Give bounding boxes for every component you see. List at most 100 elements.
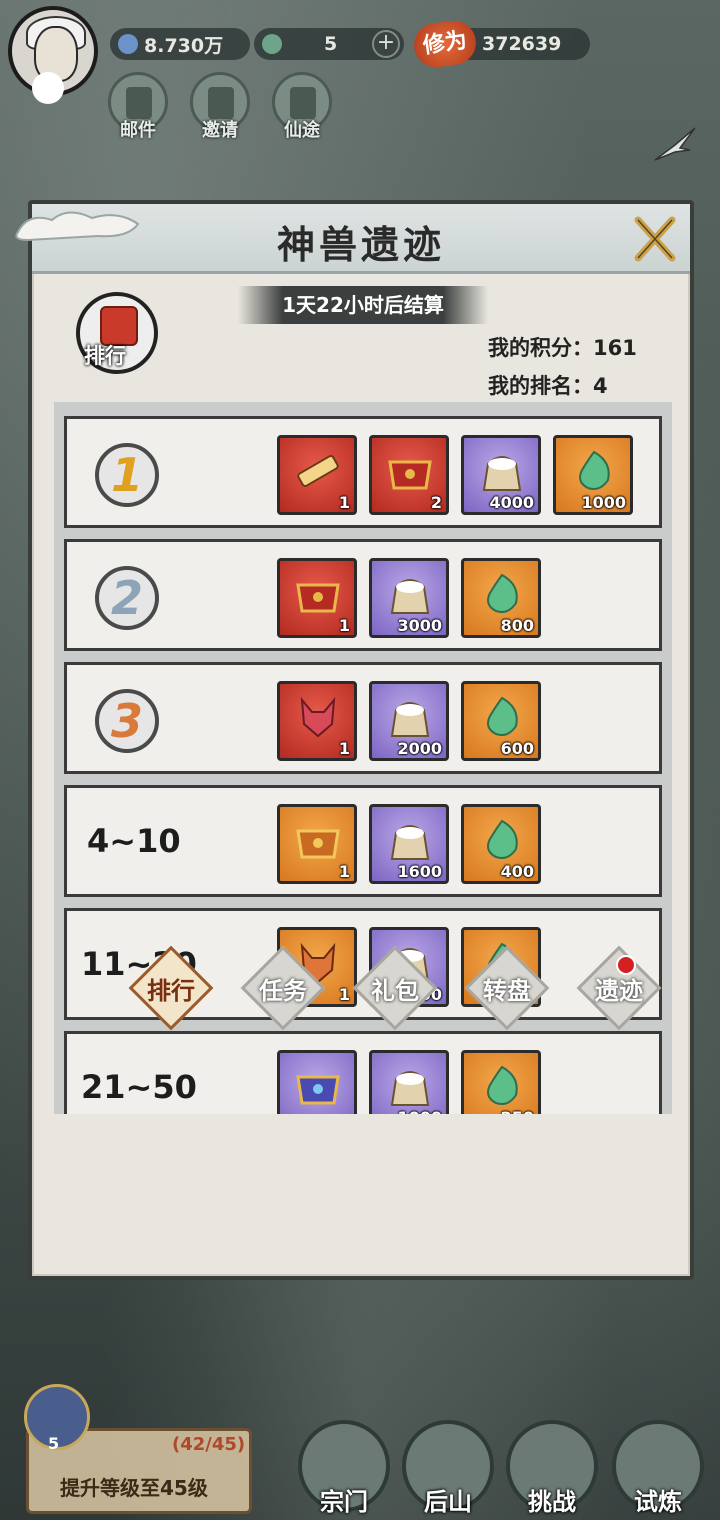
jade-icon: [487, 819, 518, 859]
item-count: 1000: [581, 493, 626, 512]
item-count: 400: [500, 862, 534, 881]
jade-icon: [487, 573, 518, 613]
item-count: 1: [338, 862, 350, 881]
my-rank: 我的排名：4: [488, 374, 608, 398]
relic-modal: 神兽遗迹 1天22小时后结算 排行 我的积分：161 我的排名：4 1 1 2: [28, 200, 694, 1280]
reward-item[interactable]: 1000: [553, 435, 633, 515]
jade-icon: [487, 1065, 518, 1105]
add-currency-button[interactable]: +: [372, 30, 400, 58]
tab-label: 任务: [259, 977, 307, 1005]
tab-wheel[interactable]: 转盘: [464, 945, 550, 1031]
tab-bar: 排行 任务 礼包 转盘 遗迹: [96, 945, 662, 1035]
scroll-icon: [297, 455, 339, 487]
plus-value: +18: [84, 2, 127, 24]
rank-medal: 1: [95, 443, 159, 507]
notification-dot: [616, 955, 636, 975]
tab-label: 排行: [147, 977, 195, 1005]
silver-value: 8.730万: [144, 34, 224, 57]
path-icon: [290, 87, 316, 119]
tab-label: 礼包: [371, 977, 419, 1005]
quest-level: 5: [48, 1434, 60, 1453]
reward-row: 21~50 1000 250: [64, 1031, 662, 1114]
rice-sack-icon: [390, 825, 430, 860]
reward-item[interactable]: 1: [277, 681, 357, 761]
tab-label: 遗迹: [595, 977, 643, 1005]
silver-icon: [118, 34, 138, 54]
fox-icon: [300, 696, 336, 738]
ranking-badge-label: 排行: [84, 344, 126, 368]
item-count: 1600: [397, 862, 442, 881]
jade-value: 5: [324, 33, 338, 55]
rank-range: 21~50: [81, 1068, 197, 1106]
tab-tasks[interactable]: 任务: [240, 945, 326, 1031]
item-count: 1000: [397, 1108, 442, 1114]
reward-item[interactable]: 1: [277, 558, 357, 638]
reward-item[interactable]: 1600: [369, 804, 449, 884]
rice-sack-icon: [390, 1071, 430, 1106]
reward-item[interactable]: 2000: [369, 681, 449, 761]
item-count: 800: [500, 616, 534, 635]
reward-item[interactable]: 250: [461, 1050, 541, 1114]
reward-item[interactable]: 1: [277, 804, 357, 884]
chest-icon: [296, 829, 340, 859]
rice-sack-icon: [390, 702, 430, 737]
trial-label: 试炼: [634, 1488, 682, 1516]
jade-currency-icon: [262, 34, 282, 54]
mail-icon: [126, 87, 152, 119]
rice-sack-icon: [482, 456, 522, 491]
cloud-decoration: [15, 211, 140, 242]
reward-item[interactable]: 800: [461, 558, 541, 638]
path-label: 仙途: [284, 120, 320, 141]
reward-row: 3 1 2000 600: [64, 662, 662, 774]
reward-item[interactable]: 600: [461, 681, 541, 761]
chest-icon: [296, 1075, 340, 1105]
rank-medal: 3: [95, 689, 159, 753]
settlement-timer: 1天22小时后结算: [238, 286, 488, 324]
item-count: 1: [338, 493, 350, 512]
item-count: 3000: [397, 616, 442, 635]
silver-counter: 8.730万: [110, 28, 250, 60]
tab-label: 转盘: [483, 977, 531, 1005]
item-count: 1: [338, 616, 350, 635]
item-count: 4000: [489, 493, 534, 512]
item-count: 1: [338, 739, 350, 758]
sect-label: 宗门: [320, 1488, 368, 1516]
rank-range: 4~10: [87, 822, 181, 860]
cultivation-value: 372639: [482, 33, 562, 55]
challenge-label: 挑战: [528, 1488, 576, 1516]
item-count: 600: [500, 739, 534, 758]
tab-ranking[interactable]: 排行: [128, 945, 214, 1031]
reward-item[interactable]: 2: [369, 435, 449, 515]
reward-item[interactable]: 3000: [369, 558, 449, 638]
reward-item[interactable]: 4000: [461, 435, 541, 515]
jade-icon: [579, 450, 610, 490]
avatar-status-dot: [32, 72, 64, 104]
reward-item[interactable]: 400: [461, 804, 541, 884]
my-score: 我的积分：161: [488, 336, 637, 360]
plus-value: +18: [146, 2, 189, 24]
reward-item[interactable]: 1000: [369, 1050, 449, 1114]
plus-value: +1: [208, 2, 238, 24]
quest-text: 提升等级至45级: [60, 1476, 208, 1500]
tab-gift-pack[interactable]: 礼包: [352, 945, 438, 1031]
close-icon[interactable]: [630, 214, 680, 264]
crane-icon: [654, 127, 696, 161]
chest-icon: [296, 583, 340, 613]
jade-icon: [487, 696, 518, 736]
item-count: 250: [501, 1108, 534, 1114]
item-count: 2: [430, 493, 442, 512]
reward-row: 2 1 3000 800: [64, 539, 662, 651]
invite-label: 邀请: [202, 120, 238, 141]
invite-icon: [208, 87, 234, 119]
mail-label: 邮件: [120, 120, 156, 141]
chest-icon: [388, 460, 432, 490]
item-count: 2000: [397, 739, 442, 758]
reward-item[interactable]: [277, 1050, 357, 1114]
rice-sack-icon: [390, 579, 430, 614]
rank-medal: 2: [95, 566, 159, 630]
reward-item[interactable]: 1: [277, 435, 357, 515]
quest-progress: (42/45): [172, 1434, 246, 1455]
reward-row: 1 1 2 4000 1000: [64, 416, 662, 528]
reward-row: 4~10 1 1600 400: [64, 785, 662, 897]
back-mountain-label: 后山: [424, 1488, 472, 1516]
